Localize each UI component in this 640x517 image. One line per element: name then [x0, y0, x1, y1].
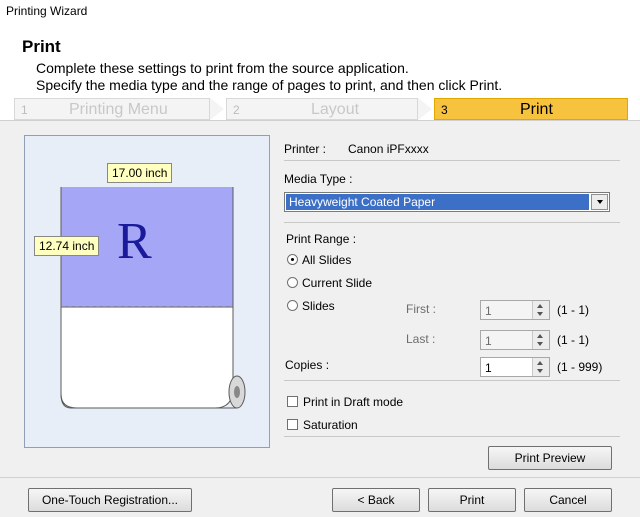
height-dimension-label: 12.74 inch	[34, 236, 100, 256]
header-divider	[0, 120, 640, 121]
printer-label: Printer :	[284, 142, 327, 156]
divider	[284, 436, 620, 437]
width-dimension-label: 17.00 inch	[107, 163, 173, 183]
print-preview-button[interactable]: Print Preview	[488, 446, 612, 470]
copies-label: Copies :	[285, 358, 330, 372]
last-range-hint: (1 - 1)	[557, 333, 590, 347]
print-button[interactable]: Print	[428, 488, 516, 512]
draft-mode-label[interactable]: Print in Draft mode	[303, 395, 403, 409]
copies-spinner[interactable]: 1	[480, 357, 550, 377]
spinner-arrows-icon[interactable]	[532, 301, 549, 319]
footer-divider	[0, 477, 640, 478]
media-type-label: Media Type :	[284, 172, 353, 186]
chevron-down-icon[interactable]	[591, 194, 608, 210]
radio-current-slide[interactable]	[287, 277, 298, 288]
header-description-1: Complete these settings to print from th…	[36, 60, 409, 76]
step-label: Printing Menu	[69, 101, 168, 118]
first-slide-value: 1	[485, 304, 492, 318]
step-label: Layout	[311, 101, 360, 118]
first-range-hint: (1 - 1)	[557, 303, 590, 317]
step-layout: 2 Layout	[226, 98, 418, 120]
media-type-select[interactable]: Heavyweight Coated Paper	[284, 192, 610, 212]
divider	[284, 160, 620, 161]
radio-current-slide-label[interactable]: Current Slide	[302, 276, 372, 290]
copies-range-hint: (1 - 999)	[557, 360, 603, 374]
draft-mode-checkbox[interactable]	[287, 396, 298, 407]
one-touch-registration-button[interactable]: One-Touch Registration...	[28, 488, 192, 512]
copies-value: 1	[485, 361, 492, 375]
printer-name: Canon iPFxxxx	[348, 142, 429, 156]
preview-glyph: R	[117, 213, 152, 270]
radio-slides[interactable]	[287, 300, 298, 311]
title-bar: Printing Wizard	[0, 0, 640, 23]
divider	[284, 380, 620, 381]
spinner-arrows-icon[interactable]	[532, 331, 549, 349]
header-description-2: Specify the media type and the range of …	[36, 77, 503, 93]
print-preview-pane: 17.00 inch 12.74 inch R	[24, 135, 270, 448]
radio-all-slides-label[interactable]: All Slides	[302, 253, 351, 267]
page-title: Print	[22, 37, 61, 56]
step-print: 3 Print	[434, 98, 628, 120]
radio-slides-label[interactable]: Slides	[302, 299, 335, 313]
media-type-value: Heavyweight Coated Paper	[286, 194, 589, 210]
saturation-label[interactable]: Saturation	[303, 418, 358, 432]
divider	[284, 222, 620, 223]
step-arrow	[418, 98, 432, 120]
saturation-checkbox[interactable]	[287, 419, 298, 430]
window-title: Printing Wizard	[6, 4, 88, 18]
last-slide-value: 1	[485, 334, 492, 348]
step-label: Print	[520, 101, 553, 118]
step-arrow	[210, 98, 224, 120]
step-number: 3	[441, 103, 448, 117]
step-printing-menu: 1 Printing Menu	[14, 98, 210, 120]
first-label: First :	[406, 302, 436, 316]
step-number: 2	[233, 103, 240, 117]
last-slide-spinner[interactable]: 1	[480, 330, 550, 350]
step-number: 1	[21, 103, 28, 117]
roll-core	[234, 386, 240, 398]
wizard-steps: 1 Printing Menu 2 Layout 3 Print	[14, 98, 628, 120]
cancel-button[interactable]: Cancel	[524, 488, 612, 512]
print-range-label: Print Range :	[286, 232, 357, 246]
spinner-arrows-icon[interactable]	[532, 358, 549, 376]
radio-all-slides[interactable]	[287, 254, 298, 265]
first-slide-spinner[interactable]: 1	[480, 300, 550, 320]
back-button[interactable]: < Back	[332, 488, 420, 512]
last-label: Last :	[406, 332, 436, 346]
